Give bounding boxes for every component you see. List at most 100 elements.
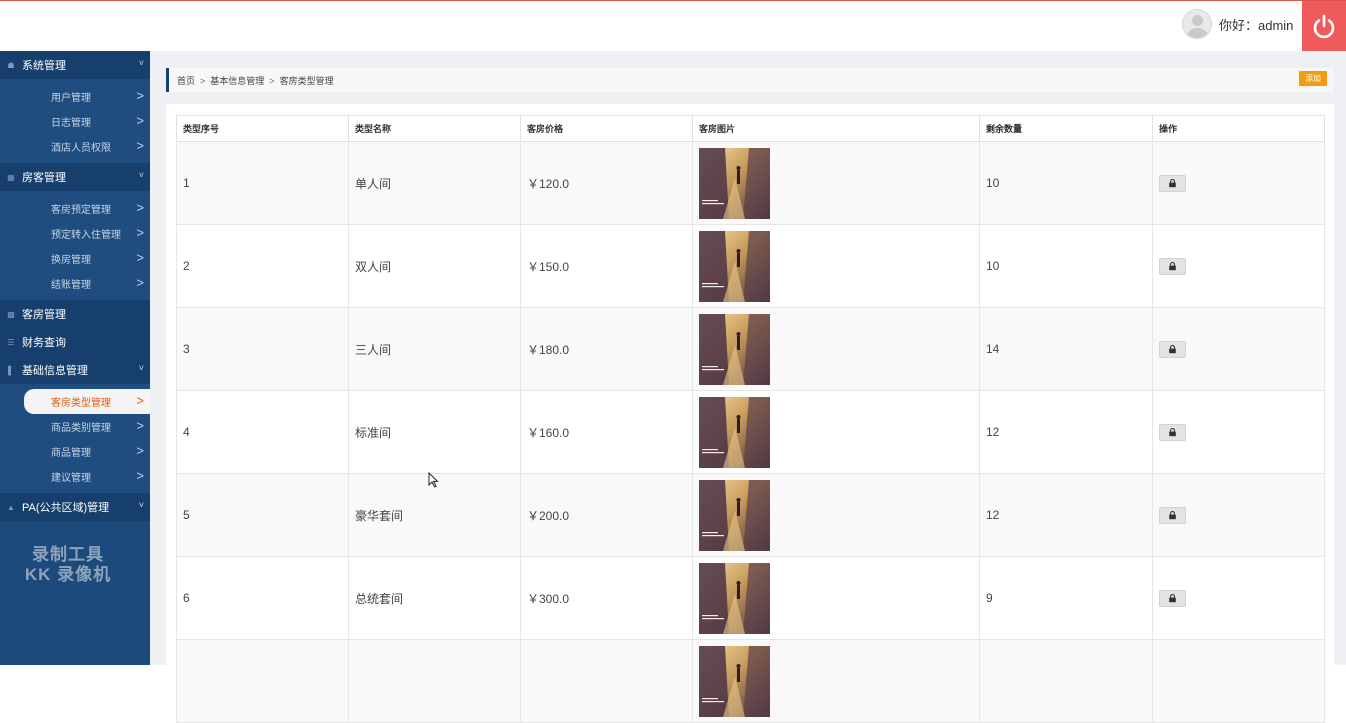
- calendar-icon: ▩: [7, 309, 15, 319]
- grid-icon: ▦: [7, 172, 15, 182]
- room-photo[interactable]: [699, 562, 770, 634]
- menu-group-basic-info: ▌ 基础信息管理 ˅ 客房类型管理 > 商品类别管理 > 商品管理 > 建议管理…: [0, 356, 150, 493]
- submenu-guest: 客房预定管理 > 预定转入住管理 > 换房管理 > 结账管理 >: [0, 191, 150, 300]
- sidebar-item-suggestion-management[interactable]: 建议管理 >: [0, 464, 150, 489]
- cell-actions: [1152, 473, 1325, 557]
- add-button[interactable]: 添加: [1299, 71, 1327, 86]
- list-icon: ☰: [7, 337, 15, 347]
- view-button[interactable]: [1159, 506, 1186, 524]
- logout-button[interactable]: [1302, 1, 1346, 52]
- view-button[interactable]: [1159, 423, 1186, 441]
- room-photo[interactable]: [699, 313, 770, 385]
- view-button[interactable]: [1159, 340, 1186, 358]
- chevron-down-icon: ˅: [138, 58, 144, 68]
- cell-price: ￥200.0: [520, 473, 693, 557]
- sidebar-item-label: 换房管理: [51, 255, 91, 266]
- lock-icon: [1169, 261, 1176, 270]
- cell-actions: [1152, 556, 1325, 640]
- menu-label: 客房管理: [22, 309, 66, 321]
- cell-type-name: 三人间: [348, 307, 521, 391]
- menu-system-management[interactable]: ☗ 系统管理 ˅: [0, 51, 150, 79]
- sidebar-item-label: 商品管理: [51, 448, 91, 459]
- room-photo[interactable]: [699, 396, 770, 468]
- table-panel: 类型序号 类型名称 客房价格 客房图片 剩余数量 操作 1 单人间 ￥120.0…: [166, 104, 1334, 723]
- cell-type-id: 2: [176, 224, 349, 308]
- breadcrumb-basic-info[interactable]: 基本信息管理: [210, 76, 264, 86]
- menu-label: 房客管理: [22, 172, 66, 184]
- cell-type-id: [176, 639, 349, 723]
- cell-remaining: 10: [979, 224, 1153, 308]
- watermark-line: KK 录像机: [24, 565, 112, 584]
- cell-remaining: 14: [979, 307, 1153, 391]
- sidebar-item-room-type-management[interactable]: 客房类型管理 >: [24, 389, 150, 414]
- cell-photo: [692, 224, 980, 308]
- view-button[interactable]: [1159, 589, 1186, 607]
- cell-type-id: 1: [176, 141, 349, 225]
- main-content: 首页 > 基本信息管理 > 客房类型管理 添加 类型序号 类型名称 客房价格 客房图片 …: [150, 51, 1346, 723]
- submenu-system: 用户管理 > 日志管理 > 酒店人员权限 >: [0, 79, 150, 163]
- sidebar-item-label: 酒店人员权限: [51, 143, 111, 154]
- cell-type-id: 5: [176, 473, 349, 557]
- cell-price: ￥180.0: [520, 307, 693, 391]
- table-header-row: 类型序号 类型名称 客房价格 客房图片 剩余数量 操作: [176, 115, 1325, 142]
- menu-basic-info-management[interactable]: ▌ 基础信息管理 ˅: [0, 356, 150, 384]
- sidebar-item-label: 结账管理: [51, 280, 91, 291]
- column-header: 操作: [1152, 115, 1325, 142]
- menu-finance-query[interactable]: ☰ 财务查询: [0, 328, 150, 356]
- sidebar-item-checkout[interactable]: 结账管理 >: [0, 271, 150, 296]
- mouse-cursor-icon: [428, 472, 439, 488]
- breadcrumb: 首页 > 基本信息管理 > 客房类型管理: [177, 74, 334, 87]
- column-header: 类型序号: [176, 115, 349, 142]
- lock-icon: [1169, 427, 1176, 436]
- menu-label: 财务查询: [22, 337, 66, 349]
- column-header: 类型名称: [348, 115, 521, 142]
- sidebar-item-log-management[interactable]: 日志管理 >: [0, 109, 150, 134]
- breadcrumb-separator: >: [200, 76, 206, 86]
- view-button[interactable]: [1159, 174, 1186, 192]
- table-row: [176, 639, 1325, 723]
- sidebar-item-room-booking[interactable]: 客房预定管理 >: [0, 196, 150, 221]
- cell-photo: [692, 473, 980, 557]
- sidebar-item-room-change[interactable]: 换房管理 >: [0, 246, 150, 271]
- room-photo[interactable]: [699, 645, 770, 717]
- cell-price: ￥160.0: [520, 390, 693, 474]
- table-row: 5 豪华套间 ￥200.0 12: [176, 473, 1325, 557]
- cell-remaining: 10: [979, 141, 1153, 225]
- avatar[interactable]: [1182, 9, 1212, 39]
- sidebar-item-product-management[interactable]: 商品管理 >: [0, 439, 150, 464]
- menu-pa-management[interactable]: ▲ PA(公共区域)管理 ˅: [0, 493, 150, 521]
- room-photo[interactable]: [699, 230, 770, 302]
- breadcrumb-separator: >: [269, 76, 275, 86]
- cell-type-id: 4: [176, 390, 349, 474]
- menu-room-management[interactable]: ▩ 客房管理: [0, 300, 150, 328]
- breadcrumb-current: 客房类型管理: [279, 76, 334, 86]
- breadcrumb-home[interactable]: 首页: [177, 76, 195, 86]
- cell-type-name: [348, 639, 521, 723]
- sidebar-item-booking-to-checkin[interactable]: 预定转入住管理 >: [0, 221, 150, 246]
- sidebar-item-label: 客房预定管理: [51, 205, 111, 216]
- menu-group-finance: ☰ 财务查询: [0, 328, 150, 356]
- cell-type-id: 3: [176, 307, 349, 391]
- cell-actions: [1152, 307, 1325, 391]
- lock-icon: [1169, 510, 1176, 519]
- recorder-watermark: 录制工具 KK 录像机: [18, 545, 118, 585]
- sidebar-item-label: 日志管理: [51, 118, 91, 129]
- menu-group-rooms: ▩ 客房管理: [0, 300, 150, 328]
- chevron-down-icon: ˅: [138, 500, 144, 510]
- sidebar-item-label: 建议管理: [51, 473, 91, 484]
- cell-price: [520, 639, 693, 723]
- menu-group-guest: ▦ 房客管理 ˅ 客房预定管理 > 预定转入住管理 > 换房管理 > 结账管理 …: [0, 163, 150, 300]
- cell-photo: [692, 390, 980, 474]
- sidebar-item-user-management[interactable]: 用户管理 >: [0, 84, 150, 109]
- menu-guest-management[interactable]: ▦ 房客管理 ˅: [0, 163, 150, 191]
- room-photo[interactable]: [699, 147, 770, 219]
- table-row: 1 单人间 ￥120.0 10: [176, 141, 1325, 225]
- home-icon: ☗: [7, 60, 15, 70]
- view-button[interactable]: [1159, 257, 1186, 275]
- sidebar-item-staff-permissions[interactable]: 酒店人员权限 >: [0, 134, 150, 159]
- sidebar-item-product-category[interactable]: 商品类别管理 >: [0, 414, 150, 439]
- table-body: 1 单人间 ￥120.0 10 2 双人间 ￥150.0 10 3 三人间 ￥1…: [176, 141, 1325, 723]
- sidebar-item-label: 预定转入住管理: [51, 230, 121, 241]
- room-photo[interactable]: [699, 479, 770, 551]
- menu-label: PA(公共区域)管理: [22, 502, 110, 514]
